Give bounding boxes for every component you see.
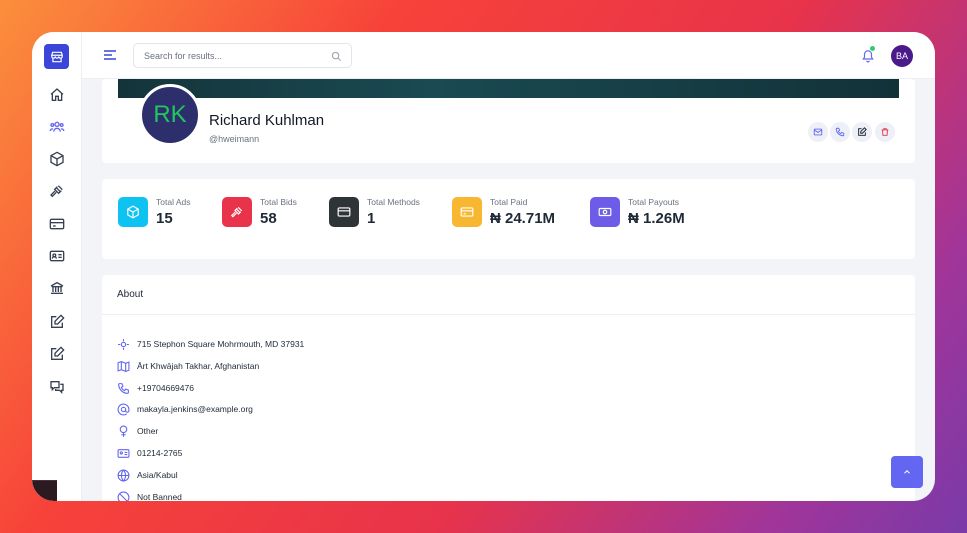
info-row-timezone: Asia/Kabul xyxy=(117,467,178,483)
credit-card-icon xyxy=(49,218,65,230)
cube-icon xyxy=(127,205,139,219)
sidebar-item-edit-1[interactable] xyxy=(47,312,67,332)
info-email: makayla.jenkins@example.org xyxy=(137,404,253,414)
edit-profile-button[interactable] xyxy=(852,122,872,142)
sidebar-item-home[interactable] xyxy=(47,85,67,105)
at-icon xyxy=(117,403,130,415)
scroll-to-top-button[interactable] xyxy=(891,456,923,488)
home-icon xyxy=(50,88,64,101)
money-icon xyxy=(598,207,612,217)
info-address: 715 Stephon Square Mohrmouth, MD 37931 xyxy=(137,339,305,349)
stats-card: Total Ads 15 Total Bids 58 Total Methods… xyxy=(102,179,915,259)
stat-icon-total-ads xyxy=(118,197,148,227)
info-row-email: makayla.jenkins@example.org xyxy=(117,401,253,417)
stat-label: Total Ads xyxy=(156,197,191,207)
stat-label: Total Payouts xyxy=(628,197,680,207)
globe-icon xyxy=(117,469,130,482)
mail-icon xyxy=(813,128,823,136)
stat-icon-total-bids xyxy=(222,197,252,227)
divider xyxy=(102,314,915,315)
stat-label: Total Methods xyxy=(367,197,420,207)
id-card-icon xyxy=(49,250,65,262)
sidebar-item-edit-2[interactable] xyxy=(47,344,67,364)
stat-label: Total Paid xyxy=(490,197,528,207)
stat-icon-total-paid xyxy=(452,197,482,227)
info-gender: Other xyxy=(137,426,159,436)
info-row-gender: Other xyxy=(117,423,158,439)
stat-icon-total-payouts xyxy=(590,197,620,227)
sidebar-item-kyc[interactable] xyxy=(47,246,67,266)
ban-icon xyxy=(117,491,130,501)
edit-icon xyxy=(51,314,65,328)
cube-icon xyxy=(50,151,64,167)
stat-value: ₦ 1.26M xyxy=(628,210,685,227)
phone-icon xyxy=(835,127,845,137)
store-icon xyxy=(50,51,63,62)
search-box xyxy=(133,43,352,68)
location-icon xyxy=(118,338,129,350)
map-icon xyxy=(117,360,130,372)
edit-icon xyxy=(858,127,867,136)
email-button[interactable] xyxy=(808,122,828,142)
sidebar-item-payments[interactable] xyxy=(47,214,67,234)
info-row-ban-status: Not Banned xyxy=(117,489,182,501)
preview-thumbnail xyxy=(32,480,57,501)
stat-value: 1 xyxy=(367,210,376,227)
sidebar-item-users[interactable] xyxy=(47,117,67,137)
about-title: About xyxy=(117,289,144,300)
stat-value: ₦ 24.71M xyxy=(490,210,556,227)
credit-card-icon xyxy=(337,207,351,217)
credit-card-icon xyxy=(460,207,474,217)
menu-toggle-icon[interactable] xyxy=(102,47,118,63)
topbar: BA xyxy=(82,32,935,79)
notification-dot xyxy=(870,46,875,51)
stat-value: 15 xyxy=(156,210,173,227)
profile-avatar: RK xyxy=(139,84,201,146)
sidebar-item-bank[interactable] xyxy=(47,278,67,298)
user-avatar[interactable]: BA xyxy=(891,45,913,67)
search-input[interactable] xyxy=(144,44,324,67)
gender-icon xyxy=(119,425,128,437)
stat-icon-total-methods xyxy=(329,197,359,227)
sidebar-item-products[interactable] xyxy=(47,149,67,169)
info-row-address: 715 Stephon Square Mohrmouth, MD 37931 xyxy=(117,336,304,352)
info-timezone: Asia/Kabul xyxy=(137,470,178,480)
info-row-phone: +19704669476 xyxy=(117,380,194,396)
sidebar xyxy=(32,32,82,501)
call-button[interactable] xyxy=(830,122,850,142)
profile-name: Richard Kuhlman xyxy=(209,112,325,129)
search-icon[interactable] xyxy=(331,51,342,62)
users-icon xyxy=(49,121,65,132)
profile-cover xyxy=(118,79,899,98)
info-row-region: Ārt Khwājah Takhar, Afghanistan xyxy=(117,358,259,374)
chat-icon xyxy=(50,381,64,394)
info-region: Ārt Khwājah Takhar, Afghanistan xyxy=(137,361,260,371)
sidebar-item-bids[interactable] xyxy=(47,181,67,201)
about-card: About 715 Stephon Square Mohrmouth, MD 3… xyxy=(102,275,915,501)
chevron-up-icon xyxy=(904,470,910,474)
app-window: BA RK Richard Kuhlman @hweimann xyxy=(32,32,935,501)
stat-value: 58 xyxy=(260,210,277,227)
bank-icon xyxy=(50,281,64,294)
phone-icon xyxy=(118,382,129,394)
info-row-id: 01214-2765 xyxy=(117,445,182,461)
main-content: RK Richard Kuhlman @hweimann Total Ads 1… xyxy=(82,79,935,501)
id-card-icon xyxy=(117,448,130,458)
stat-label: Total Bids xyxy=(260,197,297,207)
gavel-icon xyxy=(50,185,63,198)
trash-icon xyxy=(881,128,889,136)
sidebar-item-messages[interactable] xyxy=(47,377,67,397)
store-logo[interactable] xyxy=(44,44,69,69)
profile-card: RK Richard Kuhlman @hweimann xyxy=(102,79,915,163)
profile-username: @hweimann xyxy=(209,134,260,144)
info-ban-status: Not Banned xyxy=(137,492,182,501)
edit-icon xyxy=(51,346,65,360)
info-phone: +19704669476 xyxy=(137,383,194,393)
info-id: 01214-2765 xyxy=(137,448,183,458)
gavel-icon xyxy=(230,206,243,218)
delete-profile-button[interactable] xyxy=(875,122,895,142)
